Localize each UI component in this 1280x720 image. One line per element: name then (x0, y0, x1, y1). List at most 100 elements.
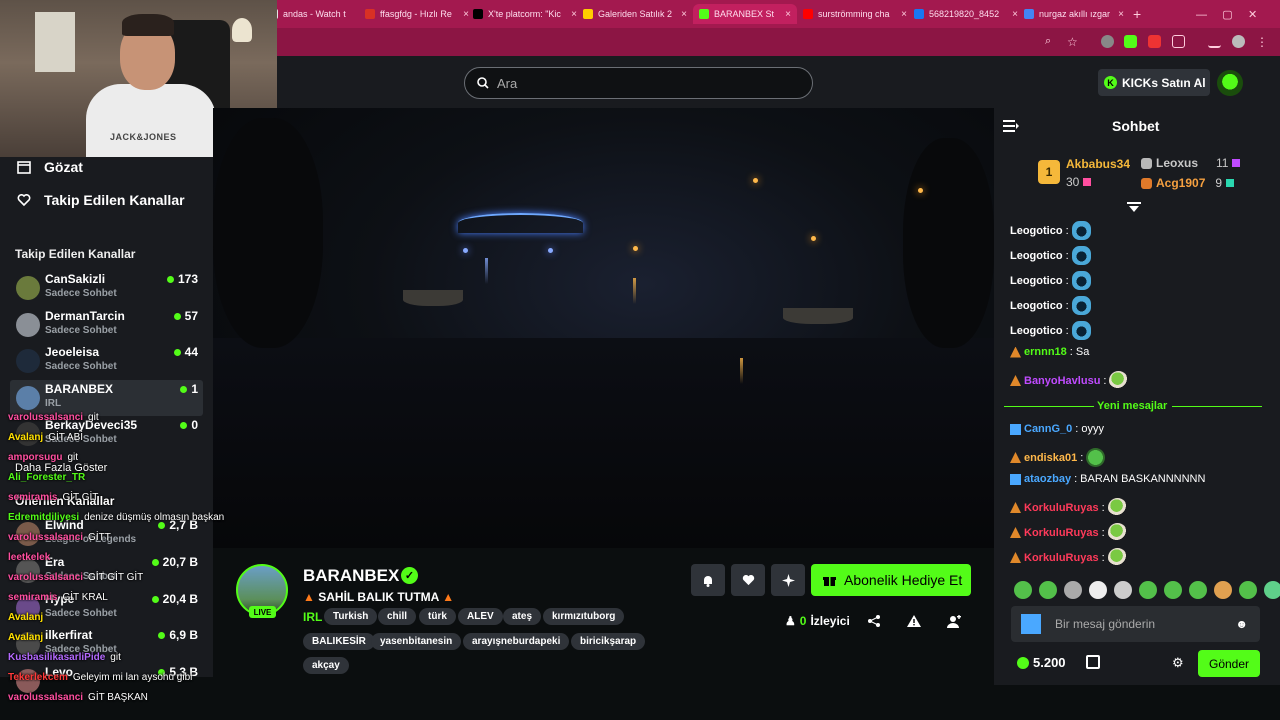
leaderboard-third[interactable]: Acg1907 9 (1141, 176, 1235, 190)
chat-message[interactable]: BanyoHavlusu: (1010, 371, 1129, 390)
channel-item[interactable]: CanSakizli Sadece Sohbet 173 (10, 270, 203, 306)
channel-item[interactable]: DermanTarcin Sadece Sohbet 57 (10, 307, 203, 343)
emote-quick[interactable] (1139, 581, 1157, 599)
chat-message[interactable]: Leogotico: (1010, 321, 1091, 340)
sparkle-button[interactable] (771, 564, 805, 596)
notification-button[interactable] (691, 564, 725, 596)
chat-message-input[interactable]: Bir mesaj gönderin ☻ (1011, 606, 1260, 642)
chat-username[interactable]: ernnn18 (1024, 346, 1067, 358)
emote-quick[interactable] (1264, 581, 1280, 599)
leaderboard-name-1[interactable]: Akbabus34 (1066, 157, 1130, 171)
stream-tag[interactable]: ALEV (458, 608, 503, 625)
browser-tab[interactable]: nurgaz akıllı ızgar × (1024, 4, 1124, 24)
expand-leaderboard-icon[interactable] (1127, 200, 1141, 218)
kicks-balance[interactable]: 5.200 (1017, 655, 1066, 670)
search-input[interactable]: Ara (464, 67, 813, 99)
emote-quick[interactable] (1064, 581, 1082, 599)
browser-tab[interactable]: 568219820_8452 × (914, 4, 1018, 24)
stream-tag[interactable]: akçay (303, 657, 349, 674)
emote-quick[interactable] (1164, 581, 1182, 599)
channel-item[interactable]: BARANBEX IRL 1 (10, 380, 203, 416)
chat-username[interactable]: Leogotico (1010, 325, 1063, 337)
stream-tag[interactable]: chill (378, 608, 417, 625)
browser-tab[interactable]: BARANBEX St × (693, 4, 797, 24)
stream-tag[interactable]: kırmızıtuborg (543, 608, 625, 625)
bookmark-star-icon[interactable]: ☆ (1067, 35, 1080, 49)
chat-username[interactable]: Leogotico (1010, 225, 1063, 237)
stream-tag[interactable]: ateş (503, 608, 542, 625)
chat-message[interactable]: endiska01: (1010, 448, 1106, 467)
window-controls[interactable]: — ▢ ✕ (1196, 4, 1257, 24)
zoom-icon[interactable]: ⌕ (1045, 35, 1058, 48)
extension-icon[interactable] (1101, 35, 1114, 48)
settings-gear-icon[interactable]: ⚙ (1172, 655, 1184, 671)
streamer-name[interactable]: BARANBEX (303, 566, 399, 586)
leaderboard-second[interactable]: Leoxus 11 (1141, 156, 1241, 170)
emoji-icon[interactable]: ☻ (1235, 617, 1248, 631)
emote-quick[interactable] (1114, 581, 1132, 599)
chat-username[interactable]: KorkuluRuyas (1024, 552, 1099, 564)
report-warning-icon[interactable] (906, 613, 922, 629)
send-button[interactable]: Gönder (1198, 650, 1260, 677)
tab-close-icon[interactable]: × (1118, 9, 1124, 20)
stream-tag[interactable]: biricikşarap (571, 633, 646, 650)
chat-message[interactable]: Leogotico: (1010, 271, 1091, 290)
chat-username[interactable]: CannG_0 (1024, 423, 1072, 435)
collapse-chat-icon[interactable] (1003, 119, 1019, 137)
emote-quick[interactable] (1014, 581, 1032, 599)
browser-tab[interactable]: andas - Watch t× (268, 4, 372, 24)
tab-close-icon[interactable]: × (681, 9, 687, 20)
media-icon[interactable] (1208, 35, 1221, 48)
emote-quick[interactable] (1089, 581, 1107, 599)
chat-username[interactable]: Leogotico (1010, 300, 1063, 312)
follow-button[interactable] (731, 564, 765, 596)
chat-message[interactable]: KorkuluRuyas: (1010, 498, 1127, 517)
menu-kebab-icon[interactable]: ⋮ (1256, 35, 1269, 49)
chat-username[interactable]: KorkuluRuyas (1024, 527, 1099, 539)
user-plus-icon[interactable] (946, 613, 962, 629)
browser-tab[interactable]: X'te platcorm: "Kic × (473, 4, 577, 24)
chat-message[interactable]: ernnn18: Sa (1010, 346, 1089, 358)
chat-message[interactable]: ataozbay: BARAN BASKANNNNNN (1010, 473, 1205, 485)
user-avatar[interactable] (1217, 70, 1243, 96)
channel-item[interactable]: Jeoeleisa Sadece Sohbet 44 (10, 343, 203, 379)
stream-tag[interactable]: türk (419, 608, 456, 625)
nav-following[interactable]: Takip Edilen Kanallar (17, 192, 185, 208)
extension-icon[interactable] (1148, 35, 1161, 48)
tab-close-icon[interactable]: × (571, 9, 577, 20)
chat-message[interactable]: Leogotico: (1010, 221, 1091, 240)
profile-icon[interactable] (1232, 35, 1245, 48)
store-icon[interactable] (1086, 655, 1100, 669)
video-player[interactable] (213, 108, 994, 548)
share-icon[interactable] (866, 613, 882, 629)
emote-quick[interactable] (1039, 581, 1057, 599)
puzzle-extensions-icon[interactable] (1172, 35, 1185, 48)
tab-close-icon[interactable]: × (463, 9, 469, 20)
tab-close-icon[interactable]: × (785, 9, 791, 20)
chat-username[interactable]: ataozbay (1024, 473, 1071, 485)
stream-tag[interactable]: BALIKESİR (303, 633, 375, 650)
chat-username[interactable]: KorkuluRuyas (1024, 502, 1099, 514)
browser-tab[interactable]: Galeriden Satılık 2 × (583, 4, 687, 24)
chat-message[interactable]: CannG_0: oyyy (1010, 423, 1104, 435)
stream-tag[interactable]: arayışneburdapeki (463, 633, 570, 650)
kick-extension-icon[interactable] (1124, 35, 1137, 48)
new-tab-button[interactable]: + (1133, 4, 1141, 24)
chat-username[interactable]: Leogotico (1010, 275, 1063, 287)
emote-quick[interactable] (1239, 581, 1257, 599)
stream-tag[interactable]: yasenbitanesin (371, 633, 462, 650)
buy-kicks-button[interactable]: K KICKs Satın Al (1098, 69, 1210, 96)
chat-username[interactable]: endiska01 (1024, 452, 1077, 464)
tab-close-icon[interactable]: × (901, 9, 907, 20)
chat-message[interactable]: Leogotico: (1010, 246, 1091, 265)
chat-message[interactable]: Leogotico: (1010, 296, 1091, 315)
nav-browse[interactable]: Gözat (17, 159, 83, 175)
gift-sub-button[interactable]: Abonelik Hediye Et (811, 564, 971, 596)
chat-message[interactable]: KorkuluRuyas: (1010, 523, 1127, 542)
chat-username[interactable]: Leogotico (1010, 250, 1063, 262)
browser-tab[interactable]: surströmming cha × (803, 4, 907, 24)
stream-category[interactable]: IRL (303, 610, 322, 624)
tab-close-icon[interactable]: × (1012, 9, 1018, 20)
stream-tag[interactable]: Turkish (324, 608, 378, 625)
emote-quick[interactable] (1189, 581, 1207, 599)
